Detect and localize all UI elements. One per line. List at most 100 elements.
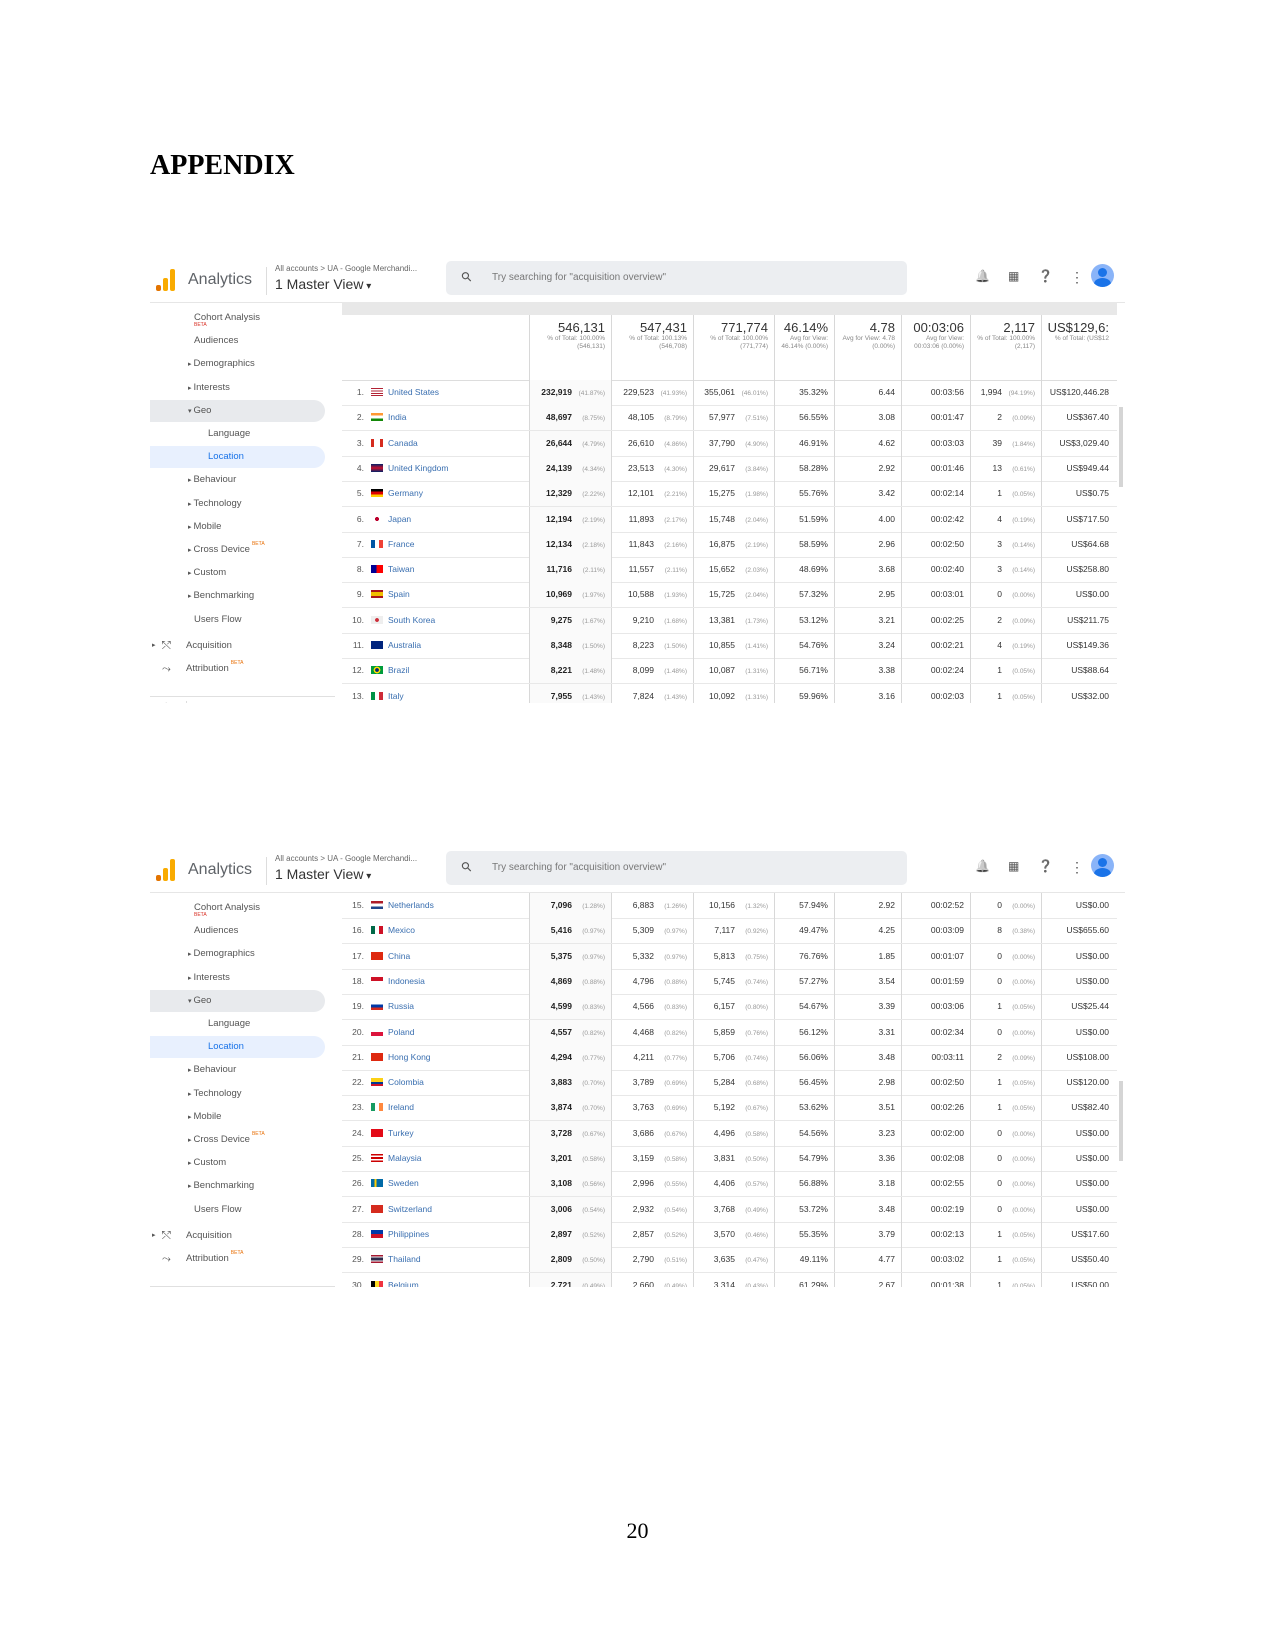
bell-icon[interactable]: 🔔	[975, 269, 990, 283]
breadcrumb[interactable]: All accounts > UA - Google Merchandi...	[275, 264, 417, 273]
country-link[interactable]: Mexico	[388, 918, 415, 943]
country-link[interactable]: Brazil	[388, 658, 409, 683]
flag-icon	[371, 539, 383, 548]
scrollbar[interactable]	[1119, 1081, 1123, 1161]
view-selector[interactable]: 1 Master View ▾	[275, 276, 371, 292]
cell-value: 1	[997, 1228, 1002, 1239]
sidebar-item-geo[interactable]: ▾ Geo	[150, 399, 325, 422]
page-number: 20	[626, 1518, 649, 1543]
sidebar-item-custom[interactable]: ▸ Custom	[150, 562, 325, 584]
country-link[interactable]: United States	[388, 380, 439, 405]
avatar[interactable]	[1091, 264, 1114, 287]
country-link[interactable]: Netherlands	[388, 893, 434, 918]
sidebar-item-audiences[interactable]: Audiences	[150, 330, 325, 352]
apps-grid-icon[interactable]: ▦	[1008, 269, 1019, 283]
sidebar-item-mobile[interactable]: ▸ Mobile	[150, 516, 325, 538]
country-link[interactable]: Malaysia	[388, 1146, 422, 1171]
country-link[interactable]: France	[388, 532, 414, 557]
search-bar[interactable]: ⚲ Try searching for "acquisition overview…	[446, 851, 907, 885]
sidebar-item-location[interactable]: Location	[150, 1036, 325, 1059]
cell-bounce-rate: 56.88%	[774, 1171, 834, 1197]
sidebar-item-attribution[interactable]: ⤳ Attribution BETA	[150, 1248, 325, 1270]
country-link[interactable]: Turkey	[388, 1121, 414, 1146]
sidebar-item-cross-device[interactable]: ▸ Cross Device BETA	[150, 539, 325, 561]
sidebar-item-interests[interactable]: ▸ Interests	[150, 967, 325, 989]
bell-icon[interactable]: 🔔	[975, 859, 990, 873]
sidebar-item-location[interactable]: Location	[150, 446, 325, 469]
sidebar-item-interests[interactable]: ▸ Interests	[150, 377, 325, 399]
country-link[interactable]: Sweden	[388, 1171, 419, 1196]
scrollbar[interactable]	[1119, 407, 1123, 487]
country-link[interactable]: Canada	[388, 431, 418, 456]
cell-percent: (0.70%)	[582, 1080, 605, 1088]
flag-icon	[371, 1154, 383, 1162]
sidebar-item-behaviour[interactable]: ▸ Behaviour	[150, 469, 325, 491]
country-link[interactable]: China	[388, 944, 410, 969]
sidebar-item-mobile[interactable]: ▸ Mobile	[150, 1106, 325, 1128]
breadcrumb[interactable]: All accounts > UA - Google Merchandi...	[275, 854, 417, 863]
cell-new-users: 3,686 (0.67%)	[611, 1120, 693, 1146]
sidebar-item-technology[interactable]: ▸ Technology	[150, 1083, 325, 1105]
sidebar-item-attribution[interactable]: ⤳ Attribution BETA	[150, 658, 325, 680]
collapse-sidebar-icon[interactable]: ‹	[295, 699, 300, 703]
more-vert-icon[interactable]: ⋮	[1070, 859, 1084, 876]
country-link[interactable]: Taiwan	[388, 557, 414, 582]
sidebar-item-language[interactable]: Language	[150, 1013, 325, 1035]
sidebar-item-custom[interactable]: ▸ Custom	[150, 1152, 325, 1174]
table-row: 22. Colombia 3,883 (0.70%) 3,789 (0.69%) 5,284…	[342, 1070, 1117, 1097]
country-link[interactable]: Russia	[388, 994, 414, 1019]
country-link[interactable]: India	[388, 405, 406, 430]
cell-percent: (0.67%)	[745, 1105, 768, 1113]
sidebar-item-acquisition[interactable]: ⤲ ▸ Acquisition	[150, 1225, 325, 1247]
sidebar-item-cross-device[interactable]: ▸ Cross Device BETA	[150, 1129, 325, 1151]
sidebar-item-language[interactable]: Language	[150, 423, 325, 445]
sidebar-item-users-flow[interactable]: Users Flow	[150, 609, 325, 631]
country-link[interactable]: Thailand	[388, 1247, 421, 1272]
flag-icon	[371, 1052, 383, 1061]
country-link[interactable]: Australia	[388, 633, 421, 658]
country-link[interactable]: Belgium	[388, 1273, 419, 1288]
cell-avg-session-duration: 00:02:42	[901, 506, 970, 532]
cell-sessions: 57,977 (7.51%)	[693, 405, 774, 431]
sidebar-item-geo[interactable]: ▾ Geo	[150, 989, 325, 1012]
country-link[interactable]: Hong Kong	[388, 1045, 431, 1070]
country-link[interactable]: Germany	[388, 481, 423, 506]
avatar[interactable]	[1091, 854, 1114, 877]
country-link[interactable]: Ireland	[388, 1095, 414, 1120]
country-link[interactable]: Philippines	[388, 1222, 429, 1247]
sidebar-item-cohort-analysis[interactable]: Cohort Analysis BETA	[150, 307, 325, 329]
country-link[interactable]: Spain	[388, 582, 410, 607]
sidebar-item-cohort-analysis[interactable]: Cohort Analysis BETA	[150, 897, 325, 919]
country-link[interactable]: Switzerland	[388, 1197, 432, 1222]
more-vert-icon[interactable]: ⋮	[1070, 269, 1084, 286]
flag-icon	[371, 463, 383, 472]
sidebar-item-label: Interests	[193, 971, 230, 983]
help-icon[interactable]: ❓	[1038, 269, 1053, 283]
sidebar-item-users-flow[interactable]: Users Flow	[150, 1199, 325, 1221]
cell-pages-per-session: 3.23	[834, 1120, 901, 1146]
sidebar-item-demographics[interactable]: ▸ Demographics	[150, 353, 325, 375]
sidebar-item-technology[interactable]: ▸ Technology	[150, 493, 325, 515]
cell-value: 5,332	[632, 950, 654, 961]
country-link[interactable]: United Kingdom	[388, 456, 448, 481]
sidebar-item-audiences[interactable]: Audiences	[150, 920, 325, 942]
table-row: 4. United Kingdom 24,139 (4.34%) 23,513 (4.30…	[342, 455, 1117, 482]
view-selector[interactable]: 1 Master View ▾	[275, 866, 371, 882]
sidebar-item-benchmarking[interactable]: ▸ Benchmarking	[150, 1175, 325, 1197]
sidebar-item-acquisition[interactable]: ⤲ ▸ Acquisition	[150, 635, 325, 657]
country-link[interactable]: South Korea	[388, 608, 435, 633]
sidebar-item-benchmarking[interactable]: ▸ Benchmarking	[150, 585, 325, 607]
cell-pages-per-session: 4.77	[834, 1247, 901, 1273]
country-link[interactable]: Indonesia	[388, 969, 425, 994]
sidebar-item-behaviour[interactable]: ▸ Behaviour	[150, 1059, 325, 1081]
country-link[interactable]: Colombia	[388, 1070, 424, 1095]
cell-pages-per-session: 4.00	[834, 506, 901, 532]
gear-icon[interactable]: ⚙	[160, 700, 173, 703]
sidebar-item-demographics[interactable]: ▸ Demographics	[150, 943, 325, 965]
search-bar[interactable]: ⚲ Try searching for "acquisition overview…	[446, 261, 907, 295]
country-link[interactable]: Poland	[388, 1020, 414, 1045]
help-icon[interactable]: ❓	[1038, 859, 1053, 873]
country-link[interactable]: Italy	[388, 684, 404, 703]
country-link[interactable]: Japan	[388, 507, 411, 532]
apps-grid-icon[interactable]: ▦	[1008, 859, 1019, 873]
